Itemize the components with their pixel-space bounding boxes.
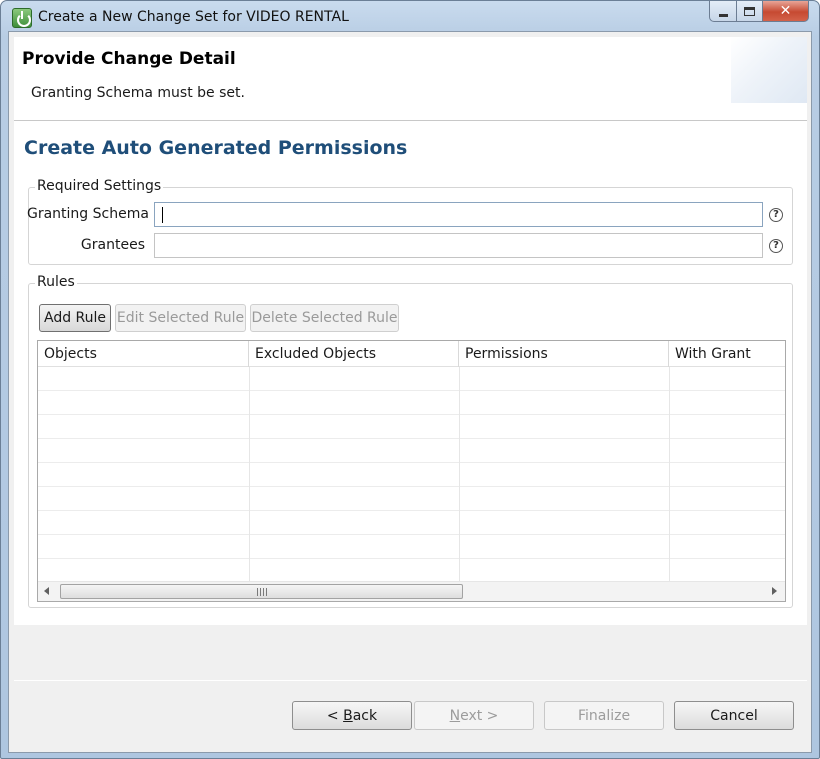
column-divider xyxy=(459,367,460,581)
back-mnemonic: B xyxy=(343,707,353,724)
next-label: ext > xyxy=(460,707,499,724)
table-body xyxy=(38,367,785,583)
minimize-icon xyxy=(718,13,728,17)
maximize-icon xyxy=(744,6,755,16)
granting-schema-input[interactable] xyxy=(154,202,763,227)
app-power-icon xyxy=(12,8,32,28)
header-banner-image xyxy=(731,37,807,103)
header-title: Provide Change Detail xyxy=(22,49,236,69)
minimize-button[interactable] xyxy=(709,1,736,22)
dialog-window: Create a New Change Set for VIDEO RENTAL… xyxy=(0,0,820,759)
window-title: Create a New Change Set for VIDEO RENTAL xyxy=(38,9,349,25)
close-icon: ✕ xyxy=(779,3,792,19)
table-row xyxy=(38,463,785,487)
window-controls: ✕ xyxy=(709,1,809,22)
table-row xyxy=(38,559,785,583)
add-rule-button[interactable]: Add Rule xyxy=(39,304,111,332)
granting-schema-label: Granting Schema xyxy=(27,206,149,222)
scrollbar-grip-icon xyxy=(257,588,267,596)
scrollbar-thumb[interactable] xyxy=(60,584,463,599)
column-header-excluded-objects[interactable]: Excluded Objects xyxy=(249,341,459,367)
header-message: Granting Schema must be set. xyxy=(31,85,245,101)
finalize-button[interactable]: Finalize xyxy=(544,701,664,730)
horizontal-scrollbar[interactable] xyxy=(38,581,785,601)
table-header: Objects Excluded Objects Permissions Wit… xyxy=(38,341,785,367)
wizard-page: Create Auto Generated Permissions Requir… xyxy=(14,121,807,625)
title-bar[interactable]: Create a New Change Set for VIDEO RENTAL… xyxy=(1,1,819,35)
text-caret xyxy=(162,207,163,223)
rules-group: Rules Add Rule Edit Selected Rule Delete… xyxy=(28,274,793,608)
page-title: Create Auto Generated Permissions xyxy=(24,137,408,159)
required-settings-label: Required Settings xyxy=(35,178,164,194)
rules-table[interactable]: Objects Excluded Objects Permissions Wit… xyxy=(37,340,786,602)
table-row xyxy=(38,535,785,559)
table-row xyxy=(38,415,785,439)
grantees-input[interactable] xyxy=(154,233,763,258)
table-row xyxy=(38,439,785,463)
footer-divider xyxy=(14,680,807,681)
help-icon[interactable]: ? xyxy=(769,208,783,222)
next-button[interactable]: Next > xyxy=(414,701,534,730)
column-header-permissions[interactable]: Permissions xyxy=(459,341,669,367)
table-row xyxy=(38,487,785,511)
scroll-right-icon[interactable] xyxy=(772,587,777,595)
required-settings-group: Required Settings Granting Schema ? Gran… xyxy=(27,178,793,265)
cancel-button[interactable]: Cancel xyxy=(674,701,794,730)
column-header-objects[interactable]: Objects xyxy=(38,341,249,367)
rules-label: Rules xyxy=(35,274,77,290)
back-button[interactable]: < Back xyxy=(292,701,412,730)
table-row xyxy=(38,391,785,415)
table-row xyxy=(38,367,785,391)
table-row xyxy=(38,511,785,535)
back-label: ack xyxy=(352,707,378,724)
help-icon[interactable]: ? xyxy=(769,239,783,253)
column-divider xyxy=(249,367,250,581)
maximize-button[interactable] xyxy=(736,1,763,22)
grantees-label: Grantees xyxy=(80,237,145,253)
delete-selected-rule-button[interactable]: Delete Selected Rule xyxy=(250,304,399,332)
column-header-with-grant[interactable]: With Grant xyxy=(669,341,785,367)
dialog-client-area: Provide Change Detail Granting Schema mu… xyxy=(8,31,812,753)
column-divider xyxy=(669,367,670,581)
scroll-left-icon[interactable] xyxy=(44,587,49,595)
wizard-header: Provide Change Detail Granting Schema mu… xyxy=(14,37,807,120)
back-prefix: < xyxy=(326,707,344,724)
close-button[interactable]: ✕ xyxy=(763,1,809,22)
next-mnemonic: N xyxy=(449,707,461,724)
edit-selected-rule-button[interactable]: Edit Selected Rule xyxy=(115,304,246,332)
